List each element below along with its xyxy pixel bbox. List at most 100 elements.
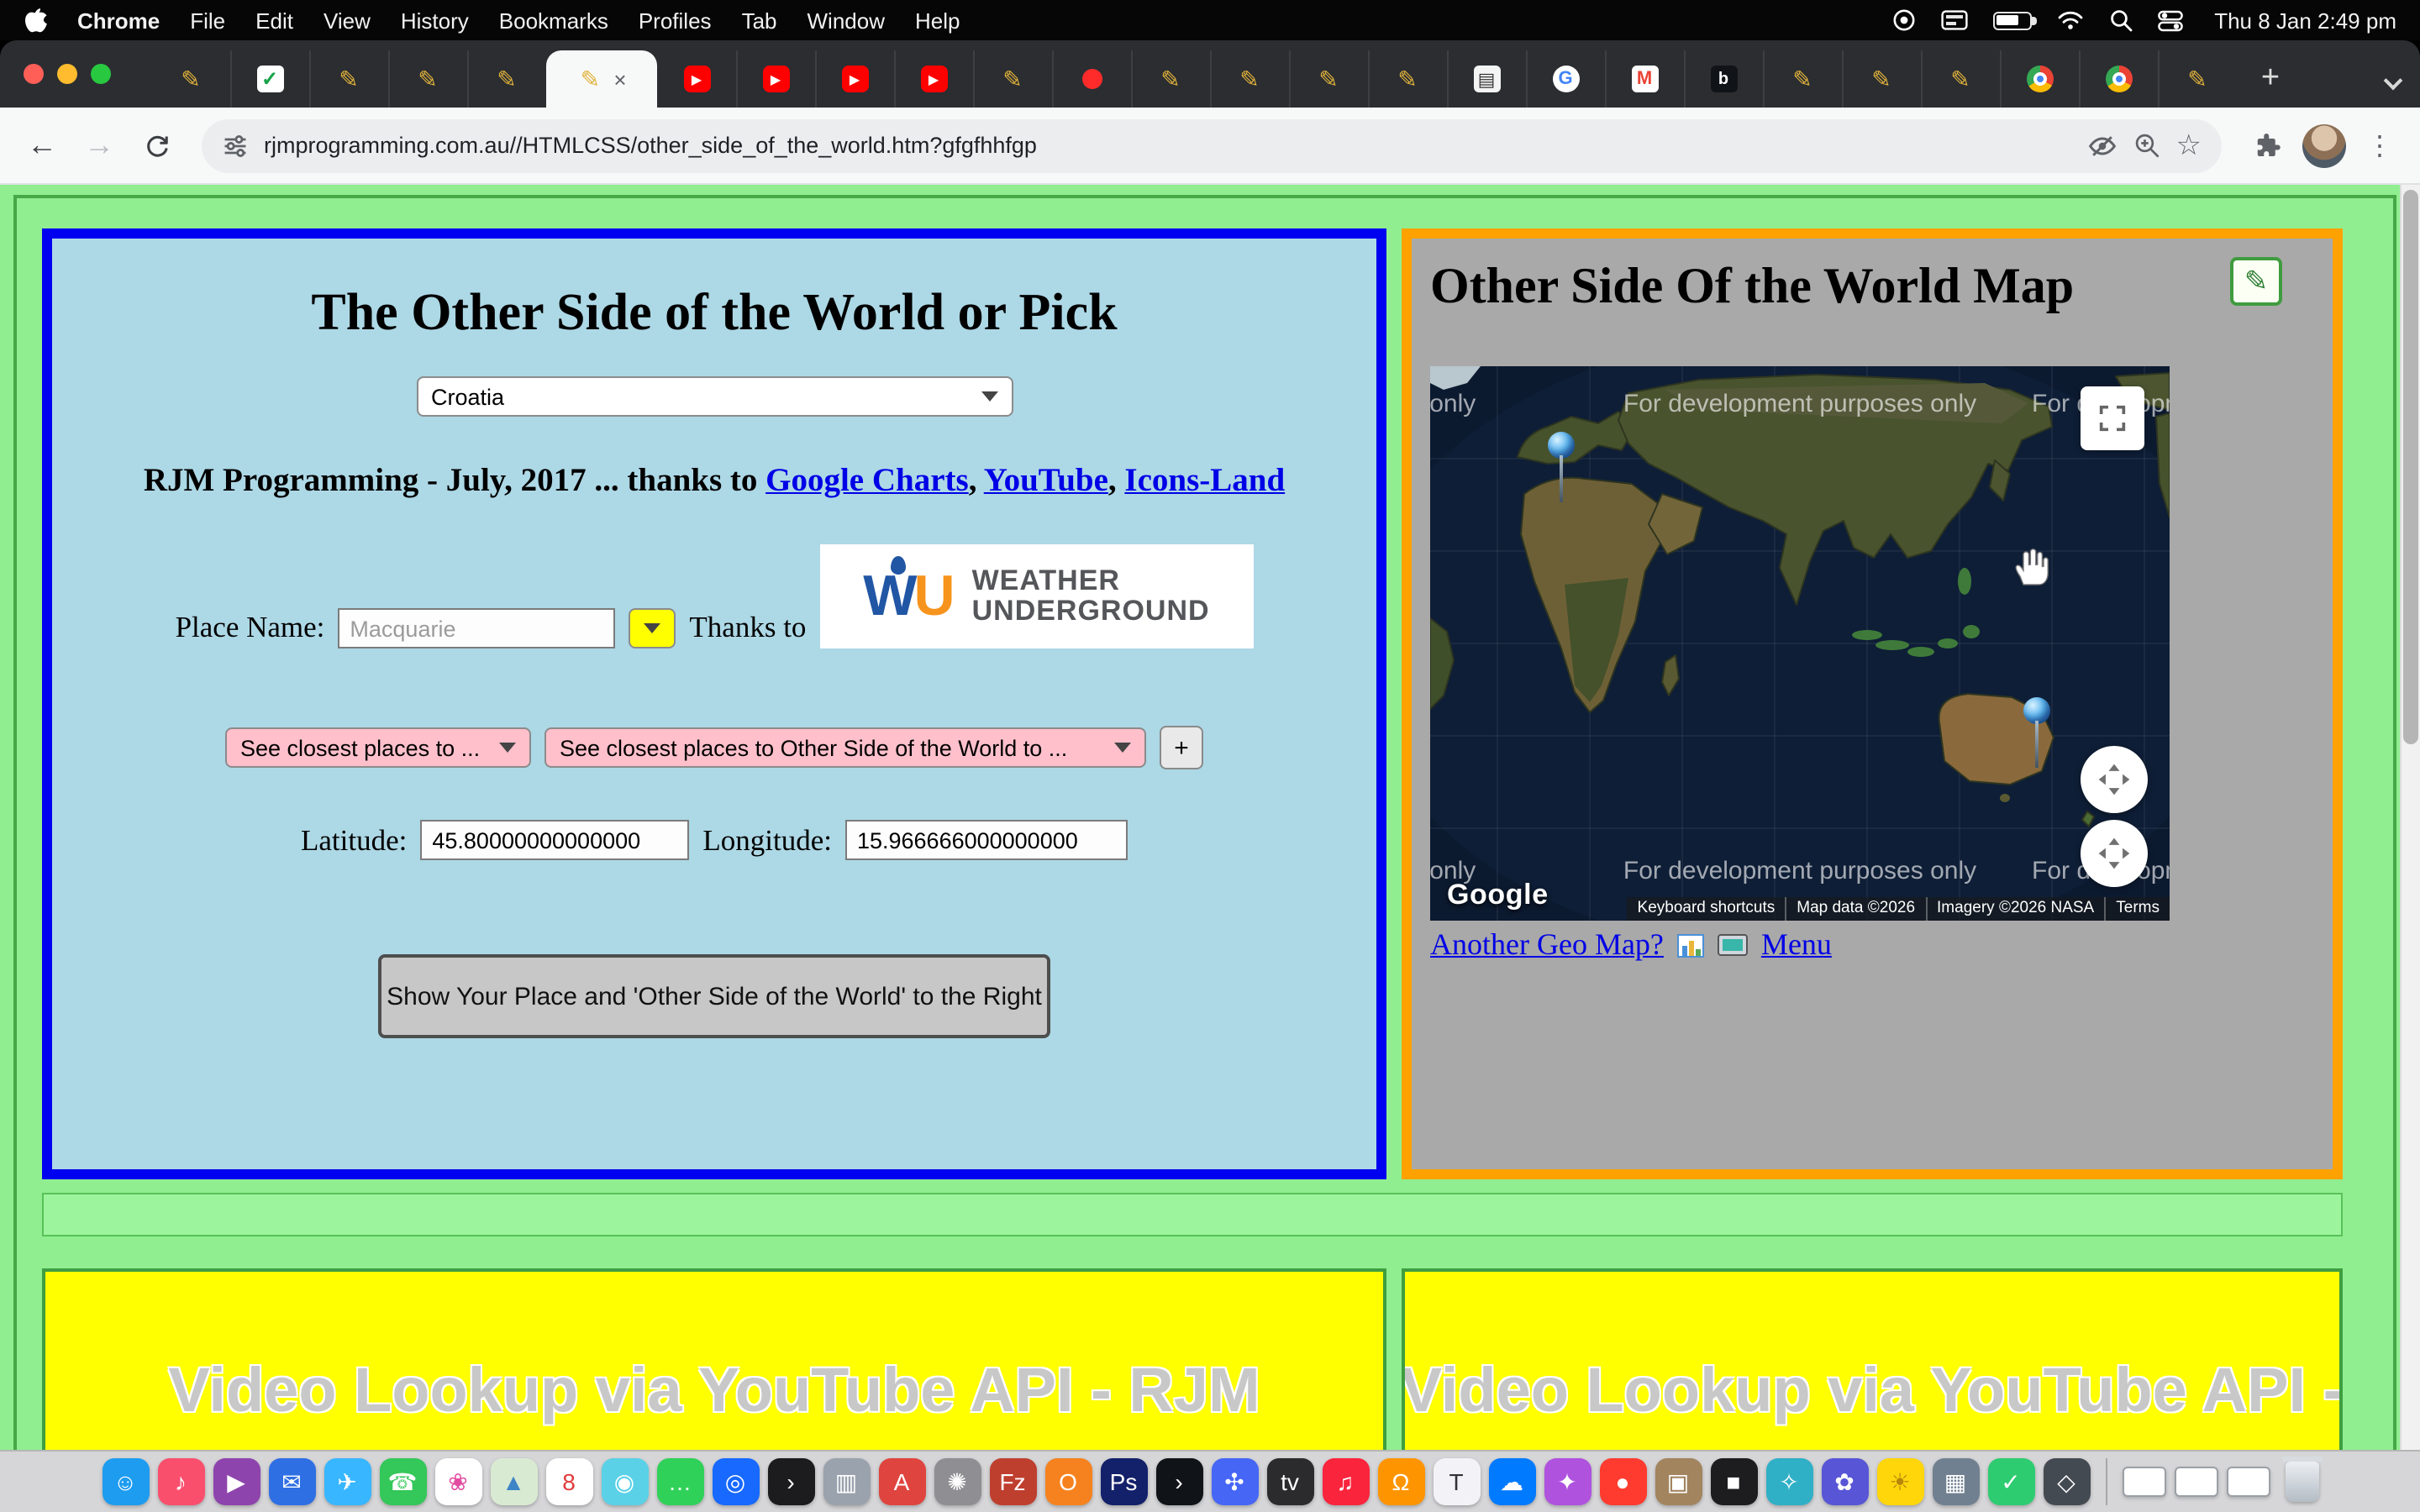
map-pin-antipode[interactable] (2023, 697, 2050, 724)
browser-tab[interactable]: × (657, 50, 736, 108)
menu-item[interactable]: Window (808, 8, 886, 33)
menu-item[interactable]: Bookmarks (499, 8, 608, 33)
icons-land-link[interactable]: Icons-Land (1124, 464, 1285, 499)
zoom-window-button[interactable] (91, 64, 111, 84)
closest-places-other-side-select[interactable]: See closest places to Other Side of the … (544, 727, 1146, 768)
keyboard-shortcuts-button[interactable]: Keyboard shortcuts (1628, 897, 1786, 921)
browser-tab[interactable]: × (1842, 50, 1921, 108)
dock-app-icon[interactable]: ☺ (102, 1458, 149, 1505)
menu-item[interactable]: Edit (255, 8, 293, 33)
status-circle-icon[interactable] (1891, 8, 1915, 32)
minimized-window-thumbnail[interactable] (2226, 1467, 2270, 1497)
dock-app-icon[interactable]: › (1155, 1458, 1202, 1505)
apple-menu-icon[interactable] (24, 7, 47, 34)
dock-app-icon[interactable]: Fz (989, 1458, 1036, 1505)
longitude-input[interactable] (845, 820, 1128, 860)
minimized-window-thumbnail[interactable] (2122, 1467, 2165, 1497)
dock-app-icon[interactable]: ▶ (213, 1458, 260, 1505)
dock-app-icon[interactable]: O (1044, 1458, 1092, 1505)
browser-tab[interactable]: × (1210, 50, 1289, 108)
browser-tab[interactable]: × (1763, 50, 1842, 108)
reload-button[interactable] (131, 120, 182, 171)
dock-app-icon[interactable]: ❀ (434, 1458, 481, 1505)
browser-tab[interactable]: × (2079, 50, 2158, 108)
google-map[interactable]: For development purposes only For develo… (1430, 366, 2170, 921)
browser-tab[interactable]: × (230, 50, 309, 108)
keyboard-status-icon[interactable] (1940, 10, 1967, 30)
dock-app-icon[interactable]: ✺ (934, 1458, 981, 1505)
browser-tab[interactable]: × (1368, 50, 1447, 108)
site-settings-icon[interactable] (222, 132, 249, 159)
wifi-icon[interactable] (2056, 10, 2083, 30)
dock-app-icon[interactable]: tv (1266, 1458, 1313, 1505)
another-geo-map-link[interactable]: Another Geo Map? (1430, 927, 1664, 963)
place-suggestions-select[interactable] (629, 608, 676, 648)
dock-app-icon[interactable]: ◇ (2043, 1458, 2090, 1505)
browser-tab[interactable]: × (1684, 50, 1763, 108)
close-window-button[interactable] (24, 64, 44, 84)
menu-item[interactable]: Profiles (639, 8, 712, 33)
browser-tab[interactable]: × (2158, 50, 2237, 108)
closest-places-select[interactable]: See closest places to ... (225, 727, 531, 768)
forward-button[interactable]: → (74, 120, 124, 171)
spotlight-search-icon[interactable] (2108, 8, 2132, 32)
zoom-icon[interactable] (2133, 131, 2161, 160)
menu-item[interactable]: File (190, 8, 225, 33)
menu-item[interactable]: View (324, 8, 371, 33)
menu-item[interactable]: History (401, 8, 469, 33)
dock-app-icon[interactable]: T (1433, 1458, 1480, 1505)
dock-app-icon[interactable]: ● (1599, 1458, 1646, 1505)
browser-tab[interactable]: × (1526, 50, 1605, 108)
dock-app-icon[interactable]: A (878, 1458, 925, 1505)
dock-app-icon[interactable]: ✉ (268, 1458, 315, 1505)
dock-app-icon[interactable]: ✧ (1765, 1458, 1812, 1505)
google-charts-link[interactable]: Google Charts (765, 464, 969, 499)
latitude-input[interactable] (420, 820, 689, 860)
country-select[interactable]: Croatia (416, 376, 1013, 417)
dock-app-icon[interactable]: ■ (1710, 1458, 1757, 1505)
dock-app-icon[interactable]: Ω (1377, 1458, 1424, 1505)
dock-app-icon[interactable]: ☀ (1876, 1458, 1923, 1505)
browser-tab[interactable]: × (151, 50, 230, 108)
map-pan-control[interactable] (2081, 746, 2148, 813)
browser-tab[interactable]: × (546, 50, 657, 108)
place-name-input[interactable] (338, 608, 615, 648)
dock-app-icon[interactable]: Ps (1100, 1458, 1147, 1505)
show-place-button[interactable]: Show Your Place and 'Other Side of the W… (378, 954, 1050, 1038)
browser-tab[interactable]: × (1447, 50, 1526, 108)
browser-tab[interactable]: × (1289, 50, 1368, 108)
browser-tab[interactable]: × (894, 50, 973, 108)
dock-app-icon[interactable]: › (767, 1458, 814, 1505)
terms-link[interactable]: Terms (2104, 897, 2170, 921)
youtube-link[interactable]: YouTube (984, 464, 1108, 499)
new-tab-button[interactable]: + (2247, 55, 2294, 102)
monitor-icon[interactable] (1718, 934, 1748, 956)
browser-tab[interactable]: × (1921, 50, 2000, 108)
map-pan-control[interactable] (2081, 820, 2148, 887)
browser-menu-icon[interactable]: ⋮ (2366, 129, 2393, 162)
tab-overflow-button[interactable] (2386, 74, 2400, 87)
dock-app-icon[interactable]: ◎ (712, 1458, 759, 1505)
minimize-window-button[interactable] (57, 64, 77, 84)
google-maps-logo[interactable]: Google (1447, 879, 1549, 912)
map-pin-origin[interactable] (1548, 432, 1575, 459)
dock-app-icon[interactable]: ☁ (1488, 1458, 1535, 1505)
dock-app-icon[interactable]: ▦ (1932, 1458, 1979, 1505)
control-center-icon[interactable] (2157, 9, 2182, 31)
dock-app-icon[interactable]: ☎ (379, 1458, 426, 1505)
dock-app-icon[interactable]: ✣ (1211, 1458, 1258, 1505)
minimized-window-thumbnail[interactable] (2174, 1467, 2217, 1497)
browser-tab[interactable]: × (2000, 50, 2079, 108)
map-fullscreen-button[interactable] (2081, 386, 2144, 450)
menu-item[interactable]: Tab (742, 8, 777, 33)
dock-app-icon[interactable]: 8 (545, 1458, 592, 1505)
menu-link[interactable]: Menu (1761, 927, 1832, 963)
extensions-puzzle-icon[interactable] (2252, 130, 2282, 160)
dock-app-icon[interactable]: ✈ (324, 1458, 371, 1505)
browser-tab[interactable]: × (1052, 50, 1131, 108)
dock-app-icon[interactable]: ✿ (1821, 1458, 1868, 1505)
profile-avatar[interactable] (2302, 123, 2346, 167)
dock-app-icon[interactable]: ▲ (490, 1458, 537, 1505)
dock-app-icon[interactable]: ✓ (1987, 1458, 2034, 1505)
browser-tab[interactable]: × (973, 50, 1052, 108)
